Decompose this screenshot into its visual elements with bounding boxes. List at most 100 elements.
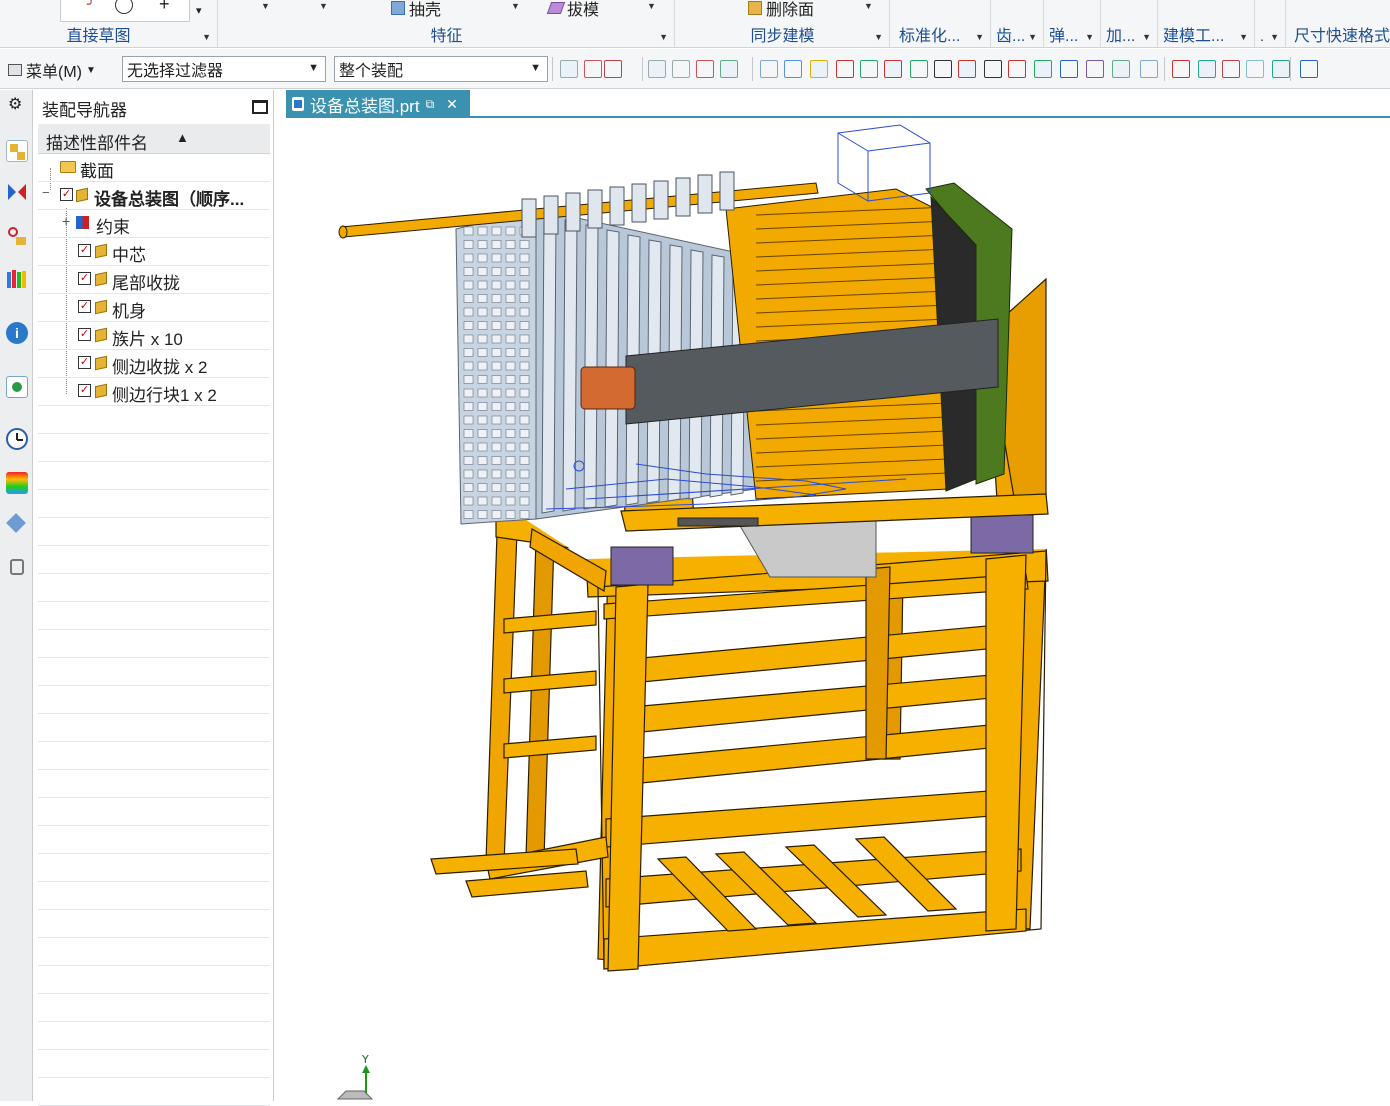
float-window-icon[interactable]: ⧉	[426, 97, 435, 112]
draft-button[interactable]: 拔模	[546, 0, 599, 20]
snap-tool-icon[interactable]	[836, 60, 854, 78]
snap-tool-icon[interactable]	[1008, 60, 1026, 78]
visibility-checkbox[interactable]: ✓	[78, 356, 91, 369]
constraint-navigator-icon[interactable]	[6, 182, 28, 204]
snap-tool-icon[interactable]	[560, 60, 578, 78]
empty-row	[38, 994, 270, 1022]
close-tab-icon[interactable]: ✕	[446, 96, 458, 113]
snap-tool-icon[interactable]	[672, 60, 690, 78]
snap-tool-icon[interactable]	[784, 60, 802, 78]
dropdown-caret-icon[interactable]: ▼	[511, 1, 520, 11]
group-caret-icon[interactable]: ▼	[1142, 32, 1151, 42]
selection-scope-select[interactable]: 整个装配 ▼	[334, 56, 548, 82]
group-caret-icon[interactable]: ▼	[1239, 32, 1248, 42]
snap-tool-icon[interactable]	[1272, 60, 1290, 78]
expand-icon[interactable]: +	[62, 213, 70, 229]
group-label-direct-sketch[interactable]: 直接草图	[0, 22, 217, 46]
snap-tool-icon[interactable]	[584, 60, 602, 78]
info-icon[interactable]: i	[6, 322, 28, 344]
snap-tool-icon[interactable]	[1300, 60, 1318, 78]
tree-row-component[interactable]: ✓ 侧边收拢 x 2	[38, 350, 270, 378]
snap-tool-icon[interactable]	[984, 60, 1002, 78]
group-label-feature[interactable]: 特征	[219, 22, 674, 46]
tree-row-component[interactable]: ✓ 机身	[38, 294, 270, 322]
snap-tool-icon[interactable]	[810, 60, 828, 78]
assembly-model-view[interactable]: Y	[286, 119, 1390, 1101]
visibility-checkbox[interactable]: ✓	[78, 384, 91, 397]
snap-tool-icon[interactable]	[720, 60, 738, 78]
part-navigator-icon[interactable]	[6, 225, 28, 247]
sketch-gallery[interactable]: ╯ +	[60, 0, 190, 22]
group-label-dimension[interactable]: 尺寸快速格式	[1294, 22, 1390, 46]
maximize-icon[interactable]	[252, 100, 268, 114]
snap-tool-icon[interactable]	[696, 60, 714, 78]
visibility-checkbox[interactable]: ✓	[78, 328, 91, 341]
tree-row-constraints[interactable]: + 约束	[38, 210, 270, 238]
tree-row-component[interactable]: ✓ 侧边行块1 x 2	[38, 378, 270, 406]
document-tab[interactable]: 设备总装图.prt ⧉ ✕	[286, 90, 470, 118]
tree-row-component[interactable]: ✓ 族片 x 10	[38, 322, 270, 350]
shell-button[interactable]: 抽壳	[391, 0, 441, 20]
more-icon[interactable]: .	[1260, 28, 1264, 44]
selection-filter-select[interactable]: 无选择过滤器 ▼	[122, 56, 326, 82]
snap-tool-icon[interactable]	[1034, 60, 1052, 78]
snap-tool-icon[interactable]	[1060, 60, 1078, 78]
visibility-checkbox[interactable]: ✓	[60, 188, 73, 201]
tree-row-section[interactable]: 截面	[38, 154, 270, 182]
visibility-checkbox[interactable]: ✓	[78, 272, 91, 285]
settings-gear-icon[interactable]: ⚙	[8, 94, 22, 114]
tree-row-assembly-root[interactable]: − ✓ 设备总装图（顺序...	[38, 182, 270, 210]
group-caret-icon[interactable]: ▼	[659, 32, 668, 42]
snap-tool-icon[interactable]	[1198, 60, 1216, 78]
delete-face-button[interactable]: 删除面	[748, 0, 814, 20]
group-caret-icon[interactable]: ▼	[1085, 32, 1094, 42]
empty-row	[38, 910, 270, 938]
collapse-icon[interactable]: −	[42, 185, 50, 200]
visualization-icon[interactable]	[6, 472, 28, 494]
dropdown-caret-icon[interactable]: ▼	[647, 1, 656, 11]
assembly-navigator-icon[interactable]	[6, 140, 28, 162]
reuse-library-icon[interactable]	[6, 268, 28, 290]
group-caret-icon[interactable]: ▼	[202, 32, 211, 42]
snap-tool-icon[interactable]	[860, 60, 878, 78]
history-clock-icon[interactable]	[6, 428, 28, 450]
empty-row	[38, 770, 270, 798]
snap-tool-icon[interactable]	[1222, 60, 1240, 78]
dropdown-caret-icon[interactable]: ▼	[864, 1, 873, 11]
snap-tool-icon[interactable]	[648, 60, 666, 78]
visibility-checkbox[interactable]: ✓	[78, 244, 91, 257]
column-header[interactable]: 描述性部件名 ▲	[38, 124, 270, 154]
snap-tool-icon[interactable]	[958, 60, 976, 78]
web-browser-icon[interactable]	[6, 376, 28, 398]
snap-tool-icon[interactable]	[760, 60, 778, 78]
snap-tool-icon[interactable]	[604, 60, 622, 78]
snap-tool-icon[interactable]	[1140, 60, 1158, 78]
group-caret-icon[interactable]: ▼	[1028, 32, 1037, 42]
menu-button[interactable]: 菜单(M) ▼	[8, 58, 96, 82]
snap-tool-icon[interactable]	[934, 60, 952, 78]
roles-icon[interactable]	[6, 513, 28, 536]
sort-ascending-icon[interactable]: ▲	[176, 130, 189, 145]
snap-tool-icon[interactable]	[1112, 60, 1130, 78]
group-label-sync-modeling[interactable]: 同步建模	[676, 22, 889, 46]
group-caret-icon[interactable]: ▼	[975, 32, 984, 42]
snap-tool-icon[interactable]	[910, 60, 928, 78]
plate-cell	[519, 321, 530, 330]
snap-tool-icon[interactable]	[884, 60, 902, 78]
line-tool-icon[interactable]: ╯	[87, 0, 95, 13]
visibility-checkbox[interactable]: ✓	[78, 300, 91, 313]
circle-tool-icon[interactable]	[115, 0, 133, 14]
tree-row-component[interactable]: ✓ 尾部收拢	[38, 266, 270, 294]
gallery-expand-icon[interactable]: ▾	[196, 4, 202, 17]
dropdown-caret-icon[interactable]: ▼	[261, 1, 270, 11]
snap-tool-icon[interactable]	[1172, 60, 1190, 78]
dropdown-caret-icon[interactable]: ▼	[319, 1, 328, 11]
group-caret-icon[interactable]: ▼	[874, 32, 883, 42]
point-tool-icon[interactable]: +	[159, 0, 170, 15]
graphics-window[interactable]: Y	[286, 119, 1390, 1101]
system-materials-icon[interactable]	[6, 556, 28, 578]
group-caret-icon[interactable]: ▼	[1270, 32, 1279, 42]
snap-tool-icon[interactable]	[1246, 60, 1264, 78]
snap-tool-icon[interactable]	[1086, 60, 1104, 78]
tree-row-component[interactable]: ✓ 中芯	[38, 238, 270, 266]
